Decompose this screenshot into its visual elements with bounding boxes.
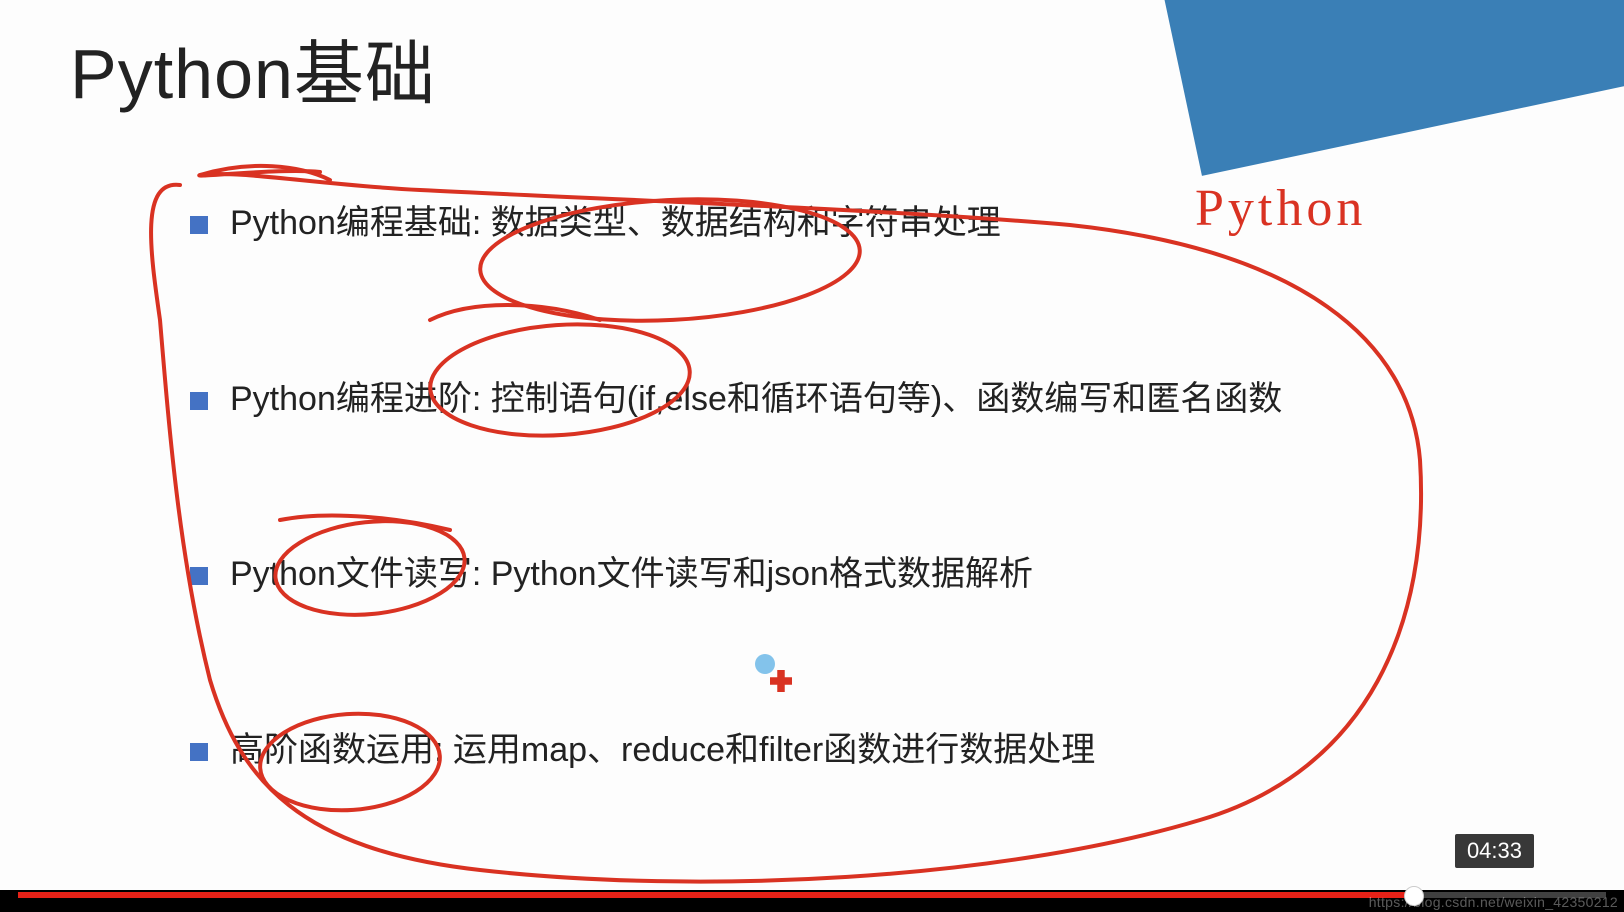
bullet-text: Python文件读写: Python文件读写和json格式数据解析	[230, 551, 1033, 599]
bullet-text: 高阶函数运用: 运用map、reduce和filter函数进行数据处理	[230, 727, 1095, 775]
bullet-text: Python编程基础: 数据类型、数据结构和字符串处理	[230, 200, 1001, 248]
bullet-item: Python编程基础: 数据类型、数据结构和字符串处理	[190, 200, 1390, 248]
slide-title: Python基础	[70, 18, 436, 119]
bullet-item: Python文件读写: Python文件读写和json格式数据解析	[190, 551, 1390, 599]
time-badge: 04:33	[1455, 834, 1534, 868]
video-progress-fill	[18, 892, 1415, 898]
corner-decoration-blue	[1158, 0, 1624, 176]
watermark: https://blog.csdn.net/weixin_42350212	[1369, 894, 1618, 910]
bullet-item: Python编程进阶: 控制语句(if,else和循环语句等)、函数编写和匿名函…	[190, 376, 1390, 424]
bullet-list: Python编程基础: 数据类型、数据结构和字符串处理 Python编程进阶: …	[190, 200, 1390, 902]
square-bullet-icon	[190, 743, 208, 761]
pointer-highlight-icon	[755, 654, 775, 674]
slide: Python基础 Python编程基础: 数据类型、数据结构和字符串处理 Pyt…	[0, 0, 1624, 890]
square-bullet-icon	[190, 567, 208, 585]
bullet-item: 高阶函数运用: 运用map、reduce和filter函数进行数据处理	[190, 727, 1390, 775]
bullet-text: Python编程进阶: 控制语句(if,else和循环语句等)、函数编写和匿名函…	[230, 376, 1282, 424]
square-bullet-icon	[190, 216, 208, 234]
square-bullet-icon	[190, 392, 208, 410]
